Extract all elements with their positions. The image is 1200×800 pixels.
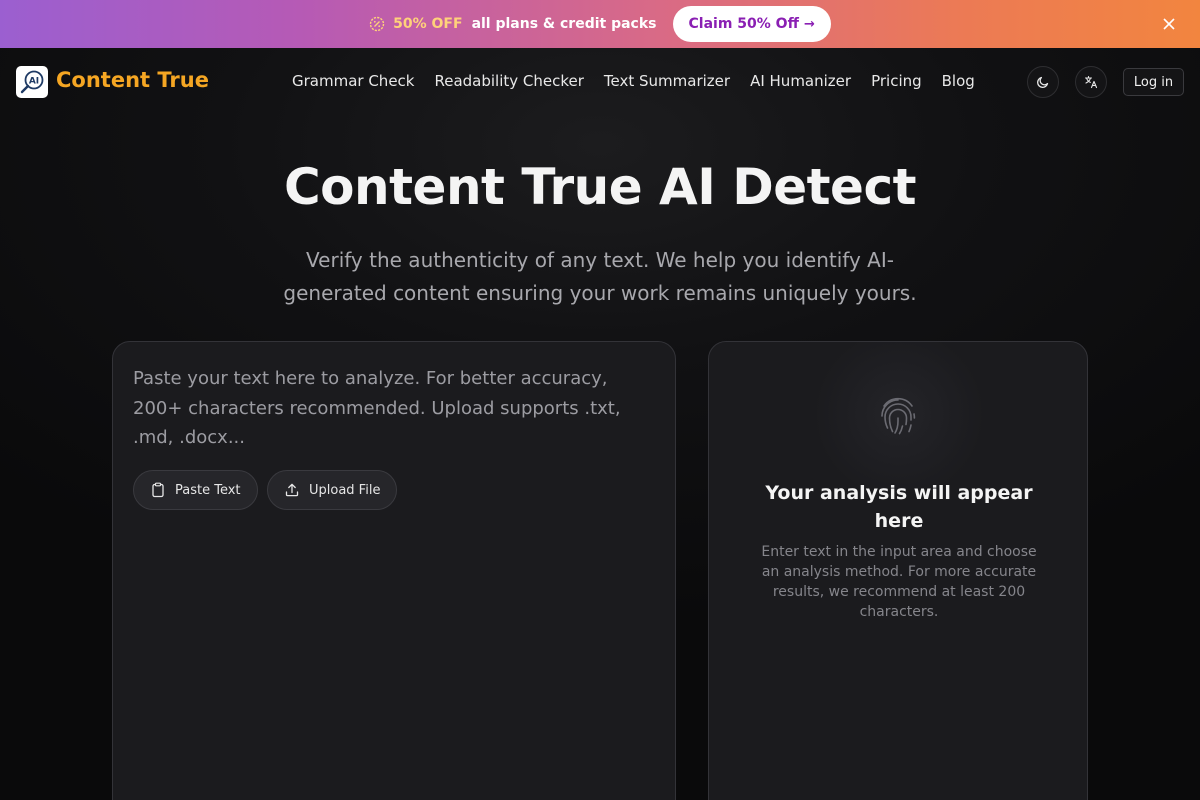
site-header: AI Content True Grammar Check Readabilit… [0,48,1200,116]
badge-percent-icon [369,16,385,32]
paste-text-button[interactable]: Paste Text [133,470,258,510]
text-input-placeholder[interactable]: Paste your text here to analyze. For bet… [133,364,653,453]
nav-grammar-check[interactable]: Grammar Check [292,72,414,90]
logo[interactable]: AI [16,66,48,98]
promo-banner: 50% OFF all plans & credit packs Claim 5… [0,0,1200,48]
promo-text: all plans & credit packs [471,16,657,32]
nav-blog[interactable]: Blog [942,72,975,90]
translate-icon [1084,75,1098,89]
magnifier-logo-icon: AI [20,70,44,94]
fingerprint-icon [881,397,916,435]
nav-readability-checker[interactable]: Readability Checker [434,72,583,90]
promo-content: 50% OFF all plans & credit packs Claim 5… [369,6,831,42]
result-placeholder-description: Enter text in the input area and choose … [761,544,1037,620]
text-input-panel[interactable]: Paste your text here to analyze. For bet… [112,341,676,800]
upload-file-label: Upload File [309,482,381,498]
main-nav: Grammar Check Readability Checker Text S… [292,72,995,90]
brand-name[interactable]: Content True [56,68,209,92]
page-subtitle: Verify the authenticity of any text. We … [283,248,917,305]
page-title: Content True AI Detect [283,158,917,216]
result-placeholder-title: Your analysis will appear here [765,482,1033,532]
analysis-result-panel: Your analysis will appear here Enter tex… [708,341,1088,800]
arrow-right-icon: → [803,16,815,32]
language-button[interactable] [1075,66,1107,98]
nav-ai-humanizer[interactable]: AI Humanizer [750,72,851,90]
upload-file-button[interactable]: Upload File [267,470,398,510]
nav-text-summarizer[interactable]: Text Summarizer [604,72,730,90]
claim-offer-label: Claim 50% Off [688,16,799,32]
upload-icon [285,483,299,497]
promo-discount: 50% OFF [393,16,463,32]
clipboard-icon [152,482,164,498]
login-button[interactable]: Log in [1123,68,1184,96]
theme-toggle-button[interactable] [1027,66,1059,98]
nav-pricing[interactable]: Pricing [871,72,922,90]
logo-text: AI [29,77,39,87]
paste-text-label: Paste Text [175,482,241,498]
moon-icon [1037,76,1049,88]
claim-offer-button[interactable]: Claim 50% Off → [672,6,831,42]
close-icon[interactable] [1160,15,1178,33]
